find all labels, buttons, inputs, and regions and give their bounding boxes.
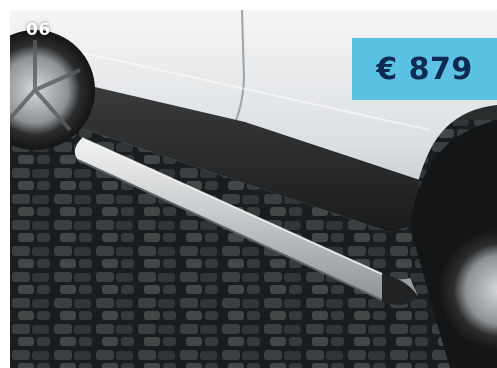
item-number-badge: 06 [26,20,51,40]
price-tag: € 879 [352,38,497,100]
product-tile[interactable]: 06 € 879 [10,10,497,368]
price-label: € 879 [376,51,473,87]
